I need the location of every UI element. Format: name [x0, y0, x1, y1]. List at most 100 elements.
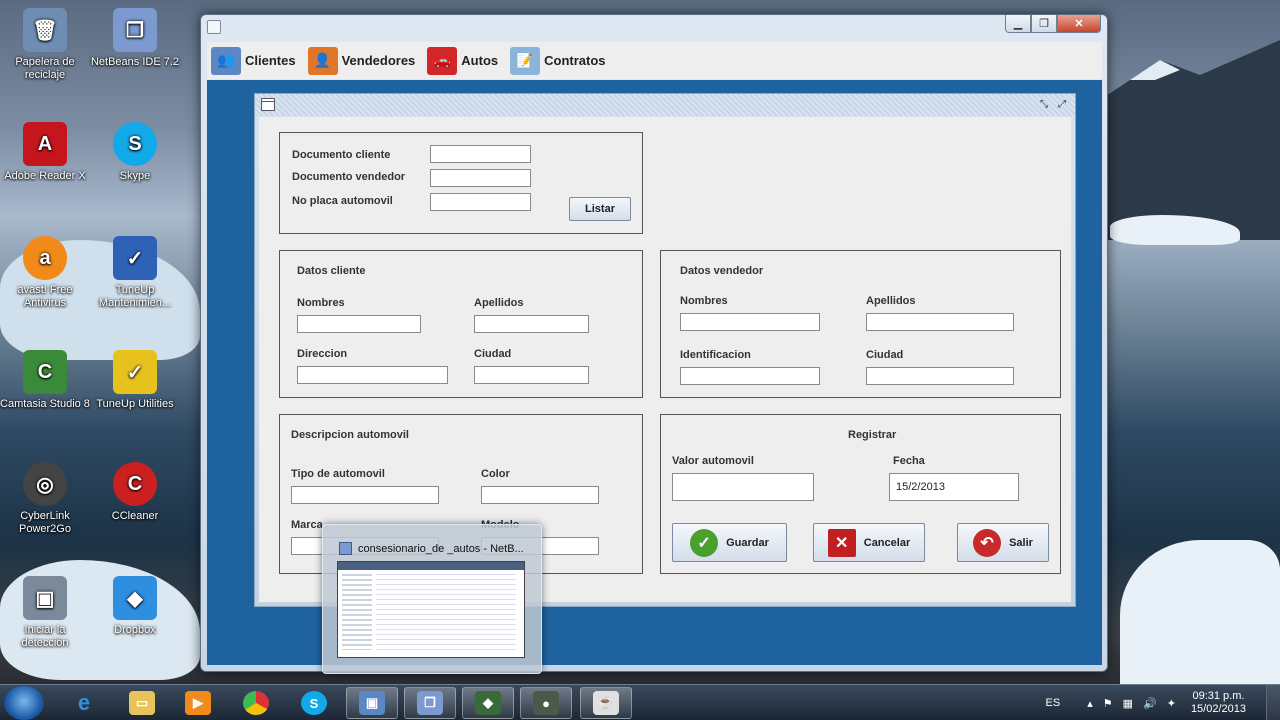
volume-icon[interactable]: 🔊: [1143, 697, 1157, 710]
taskbar-camtasia[interactable]: ◆: [462, 687, 514, 719]
flag-icon[interactable]: ⚑: [1103, 697, 1113, 710]
placa-input[interactable]: [430, 193, 531, 211]
tipo-automovil-input[interactable]: [291, 486, 439, 504]
clock-time: 09:31 p.m.: [1192, 690, 1245, 702]
taskbar-chrome[interactable]: [230, 687, 282, 719]
cliente-direccion-input[interactable]: [297, 366, 448, 384]
dropbox-icon: ◆: [113, 576, 157, 620]
chrome-icon: [243, 691, 269, 715]
preview-title: consesionario_de _autos - NetB...: [358, 542, 524, 555]
menu-clientes[interactable]: 👥 Clientes: [211, 46, 296, 75]
marca-label: Marca: [291, 519, 323, 531]
exit-arrow-icon: ↶: [973, 528, 1002, 557]
language-indicator[interactable]: ES: [1046, 697, 1061, 709]
valor-automovil-input[interactable]: [672, 473, 814, 501]
vendedor-apellidos-label: Apellidos: [866, 295, 916, 307]
doc-cliente-label: Documento cliente: [292, 149, 391, 161]
menu-contratos[interactable]: 📝 Contratos: [510, 46, 606, 75]
vendedor-apellidos-input[interactable]: [866, 313, 1014, 331]
close-button[interactable]: ✕: [1057, 15, 1101, 33]
cliente-ciudad-input[interactable]: [474, 366, 589, 384]
cliente-title: Datos cliente: [297, 265, 366, 277]
internet-explorer-icon: e: [77, 690, 91, 715]
desktop-icon-tuneup-maintenance[interactable]: ✓ TuneUp Mantenimien...: [90, 236, 180, 310]
show-desktop-button[interactable]: [1266, 685, 1280, 720]
chevron-up-icon[interactable]: ▴: [1087, 697, 1093, 710]
color-label: Color: [481, 468, 510, 480]
guardar-button[interactable]: ✓ Guardar: [672, 523, 787, 562]
remote-desktop-icon: ▣: [359, 691, 385, 715]
desktop-icon-camtasia[interactable]: C Camtasia Studio 8: [0, 350, 90, 411]
desktop-icon-skype[interactable]: S Skype: [90, 122, 180, 183]
start-button[interactable]: [4, 686, 44, 720]
ccleaner-icon: C: [113, 462, 157, 506]
desktop-icon-cyberlink[interactable]: ◎ CyberLink Power2Go: [0, 462, 90, 536]
java-icon: ☕: [593, 691, 619, 715]
salir-button[interactable]: ↶ Salir: [957, 523, 1049, 562]
skype-icon: S: [113, 122, 157, 166]
frame-restore-button[interactable]: ⤡: [1037, 98, 1051, 111]
menu-bar: 👥 Clientes 👤 Vendedores 🚗 Autos 📝 Contra…: [207, 42, 1102, 79]
dropbox-tray-icon[interactable]: ✦: [1167, 697, 1176, 710]
tuneup-utilities-icon: ✓: [113, 350, 157, 394]
taskbar-remote[interactable]: ▣: [346, 687, 398, 719]
vendedor-identificacion-input[interactable]: [680, 367, 820, 385]
cliente-nombres-input[interactable]: [297, 315, 421, 333]
taskbar-ie[interactable]: e: [58, 687, 110, 719]
minimize-button[interactable]: ▁: [1005, 15, 1031, 33]
clients-icon: 👥: [211, 46, 241, 75]
cliente-apellidos-input[interactable]: [474, 315, 589, 333]
desktop-icon-avast[interactable]: a avast! Free Antivirus: [0, 236, 90, 310]
taskbar-netbeans[interactable]: ❒: [404, 687, 456, 719]
desktop-icon-netbeans[interactable]: ❒ NetBeans IDE 7.2: [90, 8, 180, 69]
netbeans-icon: ❒: [113, 8, 157, 52]
desktop-icon-iniciar-deteccion[interactable]: ▣ Iniciar la detección: [0, 576, 90, 650]
taskbar-explorer[interactable]: ▭: [116, 687, 168, 719]
desktop-icon-tuneup-utilities[interactable]: ✓ TuneUp Utilities: [90, 350, 180, 411]
cancelar-button[interactable]: ✕ Cancelar: [813, 523, 925, 562]
frame-icon: [261, 98, 275, 111]
vendedor-nombres-input[interactable]: [680, 313, 820, 331]
taskbar-java[interactable]: ☕: [580, 687, 632, 719]
taskbar-camtasia-recorder[interactable]: ●: [520, 687, 572, 719]
taskbar-preview[interactable]: consesionario_de _autos - NetB...: [322, 524, 542, 674]
clock[interactable]: 09:31 p.m. 15/02/2013: [1191, 690, 1246, 716]
desktop-icon-adobe-reader[interactable]: A Adobe Reader X: [0, 122, 90, 183]
checkmark-icon: ✓: [690, 528, 719, 557]
car-icon: 🚗: [427, 46, 458, 75]
media-player-icon: ▶: [185, 691, 211, 715]
doc-vendedor-input[interactable]: [430, 169, 531, 187]
cliente-nombres-label: Nombres: [297, 297, 345, 309]
menu-autos[interactable]: 🚗 Autos: [427, 46, 498, 75]
desktop-icon-dropbox[interactable]: ◆ Dropbox: [90, 576, 180, 637]
internal-frame-titlebar[interactable]: ⤡ ⤢: [255, 94, 1075, 116]
clock-date: 15/02/2013: [1190, 703, 1246, 715]
vendedor-ciudad-label: Ciudad: [866, 349, 904, 361]
cliente-ciudad-label: Ciudad: [474, 348, 512, 360]
vendedor-ciudad-input[interactable]: [866, 367, 1014, 385]
preview-thumbnail: [337, 561, 525, 658]
maximize-button[interactable]: ❐: [1031, 15, 1057, 33]
network-icon[interactable]: ▦: [1123, 697, 1133, 710]
registrar-title: Registrar: [848, 429, 897, 441]
frame-maximize-button[interactable]: ⤢: [1055, 98, 1069, 111]
taskbar-media-player[interactable]: ▶: [172, 687, 224, 719]
color-input[interactable]: [481, 486, 599, 504]
vendedor-title: Datos vendedor: [680, 265, 764, 277]
menu-vendedores[interactable]: 👤 Vendedores: [307, 46, 415, 75]
fecha-input[interactable]: 15/2/2013: [889, 473, 1019, 501]
seller-icon: 👤: [307, 46, 338, 75]
iceberg: [1120, 540, 1280, 690]
placa-label: No placa automovil: [292, 195, 393, 207]
window-titlebar[interactable]: ▁ ❐ ✕: [201, 15, 1107, 41]
desktop-icon-recycle-bin[interactable]: 🗑 Papelera de reciclaje: [0, 8, 90, 82]
camtasia-icon: C: [23, 350, 67, 394]
vendedor-identificacion-label: Identificacion: [680, 349, 751, 361]
taskbar: e ▭ ▶ S ▣ ❒ ◆ ● ☕ ES ▴ ⚑ ▦ 🔊 ✦ 09:31 p.m…: [0, 684, 1280, 720]
desktop-icon-ccleaner[interactable]: C CCleaner: [90, 462, 180, 523]
cliente-group: Datos cliente Nombres Apellidos Direccio…: [279, 250, 643, 398]
doc-cliente-input[interactable]: [430, 145, 531, 163]
taskbar-skype[interactable]: S: [288, 687, 340, 719]
registrar-group: Registrar Valor automovil Fecha 15/2/201…: [660, 414, 1061, 574]
listar-button[interactable]: Listar: [569, 197, 631, 221]
